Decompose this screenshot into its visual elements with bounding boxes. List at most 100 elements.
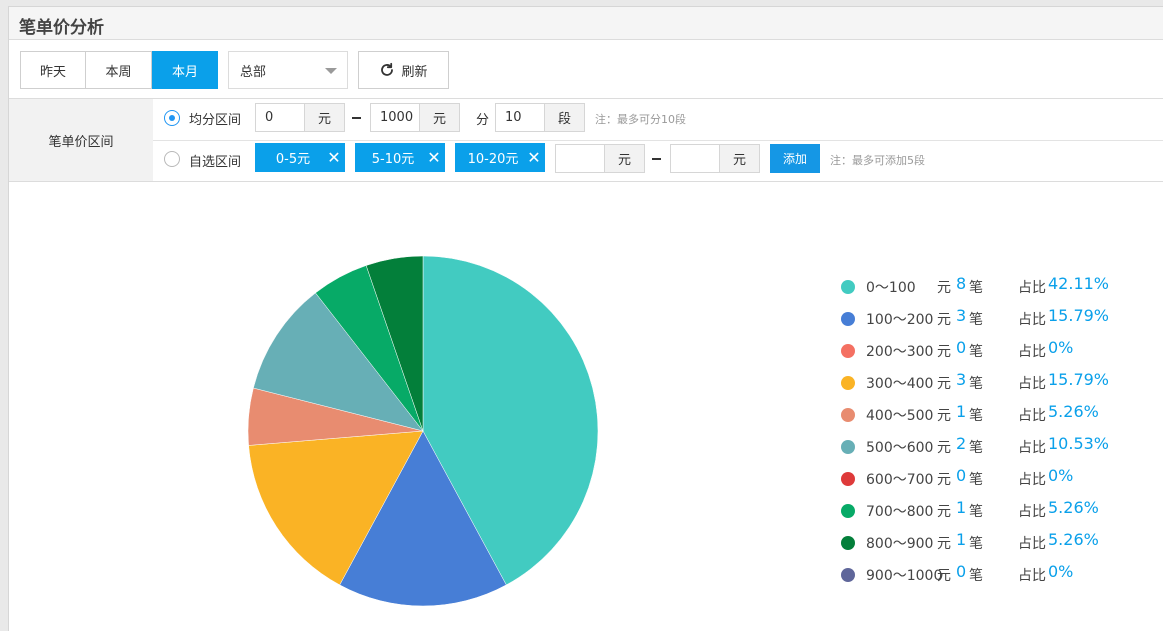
add-range-button[interactable]: 添加 <box>770 144 820 173</box>
custom-from-unit: 元 <box>605 144 645 173</box>
legend-item[interactable]: 800～900 元 1 笔 占比 5.26% <box>841 530 1141 554</box>
legend-count-suffix: 笔 <box>969 504 983 520</box>
period-this-week-button[interactable]: 本周 <box>85 51 152 89</box>
even-max-unit: 元 <box>420 103 460 132</box>
legend-percent: 15.79% <box>1048 370 1110 389</box>
title-bar: 笔单价分析 <box>9 7 1163 40</box>
legend-count-suffix: 笔 <box>969 536 983 552</box>
legend-dot-icon <box>841 504 855 518</box>
legend-count: 3 <box>956 306 967 325</box>
legend-item[interactable]: 100～200 元 3 笔 占比 15.79% <box>841 306 1141 330</box>
legend-item[interactable]: 500～600 元 2 笔 占比 10.53% <box>841 434 1141 458</box>
remove-tag-icon[interactable]: ✕ <box>425 148 443 167</box>
mode-even-radio[interactable] <box>164 110 180 126</box>
legend-unit: 元 <box>937 568 951 584</box>
page-title: 笔单价分析 <box>19 18 104 38</box>
legend-dot-icon <box>841 472 855 486</box>
refresh-icon <box>381 62 394 76</box>
legend-range: 0～100 <box>866 280 916 296</box>
legend-item[interactable]: 900～1000 元 0 笔 占比 0% <box>841 562 1141 586</box>
legend-percent-label: 占比 <box>1018 568 1046 584</box>
legend-percent-label: 占比 <box>1018 536 1046 552</box>
legend-percent-label: 占比 <box>1018 312 1046 328</box>
legend-count-suffix: 笔 <box>969 440 983 456</box>
legend-range: 800～900 <box>866 536 934 552</box>
legend-count-suffix: 笔 <box>969 472 983 488</box>
mode-custom-radio[interactable] <box>164 151 180 167</box>
range-dash <box>652 158 661 160</box>
legend-percent-label: 占比 <box>1018 440 1046 456</box>
legend-dot-icon <box>841 312 855 326</box>
legend-unit: 元 <box>937 536 951 552</box>
legend-count: 0 <box>956 466 967 485</box>
legend-item[interactable]: 400～500 元 1 笔 占比 5.26% <box>841 402 1141 426</box>
legend-dot-icon <box>841 376 855 390</box>
legend-count: 3 <box>956 370 967 389</box>
period-yesterday-button[interactable]: 昨天 <box>20 51 86 89</box>
remove-tag-icon[interactable]: ✕ <box>325 148 343 167</box>
store-select[interactable]: 总部 <box>228 51 348 89</box>
legend-count-suffix: 笔 <box>969 280 983 296</box>
legend-count: 1 <box>956 498 967 517</box>
legend-percent: 5.26% <box>1048 498 1099 517</box>
legend-range: 100～200 <box>866 312 934 328</box>
legend-count: 8 <box>956 274 967 293</box>
legend-unit: 元 <box>937 440 951 456</box>
row-divider <box>153 140 1163 141</box>
legend-count-suffix: 笔 <box>969 568 983 584</box>
legend-item[interactable]: 300～400 元 3 笔 占比 15.79% <box>841 370 1141 394</box>
legend-dot-icon <box>841 344 855 358</box>
custom-note: 注：最多可添加5段 <box>830 154 925 167</box>
legend-count: 2 <box>956 434 967 453</box>
period-this-month-button[interactable]: 本月 <box>152 51 218 89</box>
range-tag: 0-5元 ✕ <box>255 143 345 172</box>
legend-range: 300～400 <box>866 376 934 392</box>
legend-range: 900～1000 <box>866 568 943 584</box>
chevron-down-icon <box>325 68 337 74</box>
range-tag-label: 10-20元 <box>467 152 519 167</box>
legend-percent-label: 占比 <box>1018 280 1046 296</box>
legend-count: 1 <box>956 402 967 421</box>
even-min-unit: 元 <box>305 103 345 132</box>
legend-percent: 10.53% <box>1048 434 1110 453</box>
legend-percent: 42.11% <box>1048 274 1110 293</box>
legend-item[interactable]: 600～700 元 0 笔 占比 0% <box>841 466 1141 490</box>
range-dash <box>352 117 361 119</box>
legend-percent: 5.26% <box>1048 530 1099 549</box>
legend-percent-label: 占比 <box>1018 472 1046 488</box>
range-filter-label: 笔单价区间 <box>9 99 153 181</box>
mode-even-label: 均分区间 <box>189 113 242 128</box>
refresh-button[interactable]: 刷新 <box>358 51 449 89</box>
legend-unit: 元 <box>937 312 951 328</box>
split-label: 分 <box>476 113 490 128</box>
legend-range: 200～300 <box>866 344 934 360</box>
legend-unit: 元 <box>937 472 951 488</box>
legend-dot-icon <box>841 280 855 294</box>
legend-item[interactable]: 200～300 元 0 笔 占比 0% <box>841 338 1141 362</box>
custom-to-unit: 元 <box>720 144 760 173</box>
legend-range: 600～700 <box>866 472 934 488</box>
custom-from-input[interactable] <box>555 144 605 173</box>
legend-dot-icon <box>841 408 855 422</box>
legend-dot-icon <box>841 568 855 582</box>
even-note: 注：最多可分10段 <box>595 113 686 126</box>
legend-percent-label: 占比 <box>1018 504 1046 520</box>
legend-count-suffix: 笔 <box>969 312 983 328</box>
even-min-input[interactable]: 0 <box>255 103 305 132</box>
legend-percent: 5.26% <box>1048 402 1099 421</box>
segments-unit: 段 <box>545 103 585 132</box>
custom-to-input[interactable] <box>670 144 720 173</box>
even-max-input[interactable]: 1000 <box>370 103 420 132</box>
segments-input[interactable]: 10 <box>495 103 545 132</box>
legend-percent-label: 占比 <box>1018 344 1046 360</box>
legend-percent: 0% <box>1048 466 1074 485</box>
range-tag-label: 0-5元 <box>275 152 311 167</box>
refresh-label: 刷新 <box>401 64 428 80</box>
legend-item[interactable]: 700～800 元 1 笔 占比 5.26% <box>841 498 1141 522</box>
legend-count-suffix: 笔 <box>969 408 983 424</box>
remove-tag-icon[interactable]: ✕ <box>525 148 543 167</box>
legend-percent: 0% <box>1048 562 1074 581</box>
legend-item[interactable]: 0～100 元 8 笔 占比 42.11% <box>841 274 1141 298</box>
toolbar: 昨天 本周 本月 总部 刷新 <box>9 41 1163 99</box>
legend-unit: 元 <box>937 280 951 296</box>
